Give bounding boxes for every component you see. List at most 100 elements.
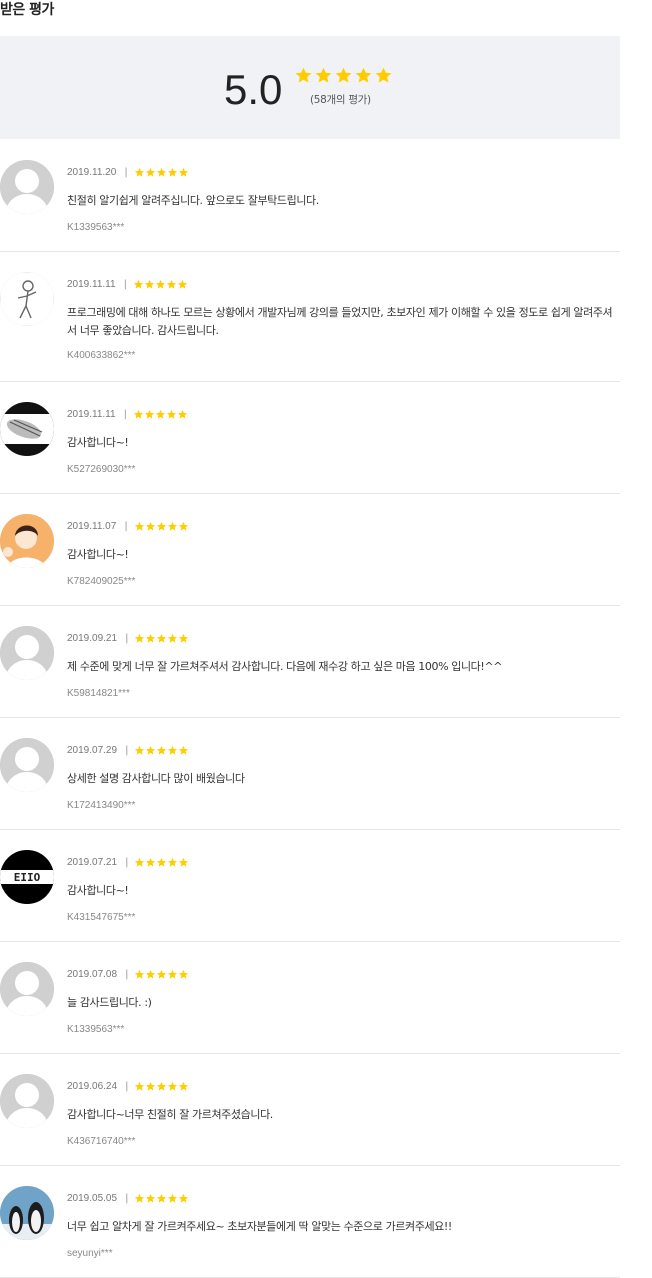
star-icon [144,279,155,289]
star-icon [145,167,155,177]
star-icon [146,857,156,867]
star-icon [177,279,188,289]
penguin-avatar [0,1186,54,1240]
review-stars [134,745,189,756]
review-author: K782409025*** [67,576,136,587]
star-icon [146,1081,156,1091]
review-meta: 2019.07.29 | [67,743,189,757]
star-icon [146,745,156,755]
star-icon [168,745,178,755]
star-icon [166,279,177,289]
default-avatar [0,738,54,792]
review-meta: 2019.11.07 | [67,519,189,533]
star-icon [145,521,155,531]
review-date: 2019.07.08 [67,968,118,980]
star-icon [168,969,178,979]
star-icon [157,1081,167,1091]
star-icon [315,67,332,83]
fish-avatar [0,402,54,456]
review-author: K527269030*** [67,464,136,475]
review-stars [134,969,189,980]
logo-avatar: EIIO [0,850,54,904]
section-title: 받은 평가 [0,2,54,18]
star-icon [335,67,352,83]
star-icon [157,857,167,867]
review-stars [134,633,189,644]
review-text: 너무 쉽고 알차게 잘 가르켜주세요~ 초보자분들에게 딱 알맞는 수준으로 가… [67,1220,452,1233]
default-avatar [0,160,54,214]
divider: | [125,744,129,756]
photo-avatar [0,514,54,568]
review-stars [134,1081,189,1092]
star-icon [179,1081,189,1091]
sketch-avatar [0,272,54,326]
star-icon [179,1193,189,1203]
star-icon [166,409,177,419]
review-meta: 2019.11.11 | [67,277,188,291]
default-avatar [0,962,54,1016]
star-icon [134,521,144,531]
star-icon [134,167,144,177]
star-icon [155,279,166,289]
star-icon [168,1081,178,1091]
review-author: K400633862*** [67,350,136,361]
review-meta: 2019.05.05 | [67,1191,189,1205]
review-author: K172413490*** [67,800,136,811]
review-item: 2019.11.11 | 프로그래밍에 대해 하나도 모르는 상황에서 개발자님께 … [0,252,620,382]
review-list: 2019.11.20 | 친절히 알기쉽게 알려주십니다. 앞으로도 잘부탁드립니다… [0,140,620,1278]
divider: | [125,968,129,980]
star-icon [146,969,156,979]
review-meta: 2019.07.08 | [67,967,189,981]
divider: | [125,1080,129,1092]
review-date: 2019.11.11 [67,408,116,420]
divider: | [125,1192,129,1204]
review-stars [134,167,189,178]
star-icon [144,409,155,419]
star-icon [135,1193,145,1203]
review-date: 2019.11.11 [67,278,116,290]
review-meta: 2019.11.11 | [67,407,188,421]
star-icon [135,1081,145,1091]
review-item: 2019.11.07 | 감사합니다~! K782409025*** [0,494,620,606]
default-avatar [0,626,54,680]
review-date: 2019.11.07 [67,520,117,532]
star-icon [167,167,177,177]
divider: | [125,632,129,644]
review-date: 2019.05.05 [67,1192,118,1204]
review-date: 2019.07.29 [67,744,118,756]
review-meta: 2019.11.20 | [67,165,189,179]
review-text: 늘 감사드립니다. :) [67,996,152,1009]
star-icon [156,521,166,531]
review-item: 2019.05.05 | 너무 쉽고 알차게 잘 가르켜주세요~ 초보자분들에게 딱… [0,1166,620,1278]
review-author: K431547675*** [67,912,136,923]
default-avatar [0,1074,54,1128]
review-stars [134,521,189,532]
review-author: K1339563*** [67,1024,125,1035]
review-item: EIIO 2019.07.21 | 감사합니다~! K431547675*** [0,830,620,942]
review-item: 2019.09.21 | 제 수준에 맞게 너무 잘 가르쳐주셔서 감사합니다. 다… [0,606,620,718]
review-text: 친절히 알기쉽게 알려주십니다. 앞으로도 잘부탁드립니다. [67,194,319,207]
review-meta: 2019.06.24 | [67,1079,189,1093]
svg-text:EIIO: EIIO [14,871,41,884]
review-text: 제 수준에 맞게 너무 잘 가르쳐주셔서 감사합니다. 다음에 재수강 하고 싶… [67,660,503,673]
review-text: 프로그래밍에 대해 하나도 모르는 상황에서 개발자님께 강의를 들었지만, 초… [67,306,613,337]
star-icon [167,521,177,531]
review-text: 감사합니다~! [67,436,129,449]
review-date: 2019.07.21 [67,856,118,868]
star-icon [155,409,166,419]
star-icon [295,67,312,83]
star-icon [179,633,189,643]
star-icon [168,1193,178,1203]
review-stars [133,409,188,420]
review-text: 상세한 설명 감사합니다 많이 배웠습니다 [67,772,245,785]
star-icon [157,745,167,755]
review-text: 감사합니다~너무 친절히 잘 가르쳐주셨습니다. [67,1108,273,1121]
star-icon [179,857,189,867]
summary-stars [294,66,393,88]
review-stars [134,857,189,868]
review-text: 감사합니다~! [67,548,129,561]
star-icon [179,969,189,979]
review-author: seyunyi*** [67,1248,113,1259]
divider: | [124,520,128,532]
review-stars [133,279,188,290]
